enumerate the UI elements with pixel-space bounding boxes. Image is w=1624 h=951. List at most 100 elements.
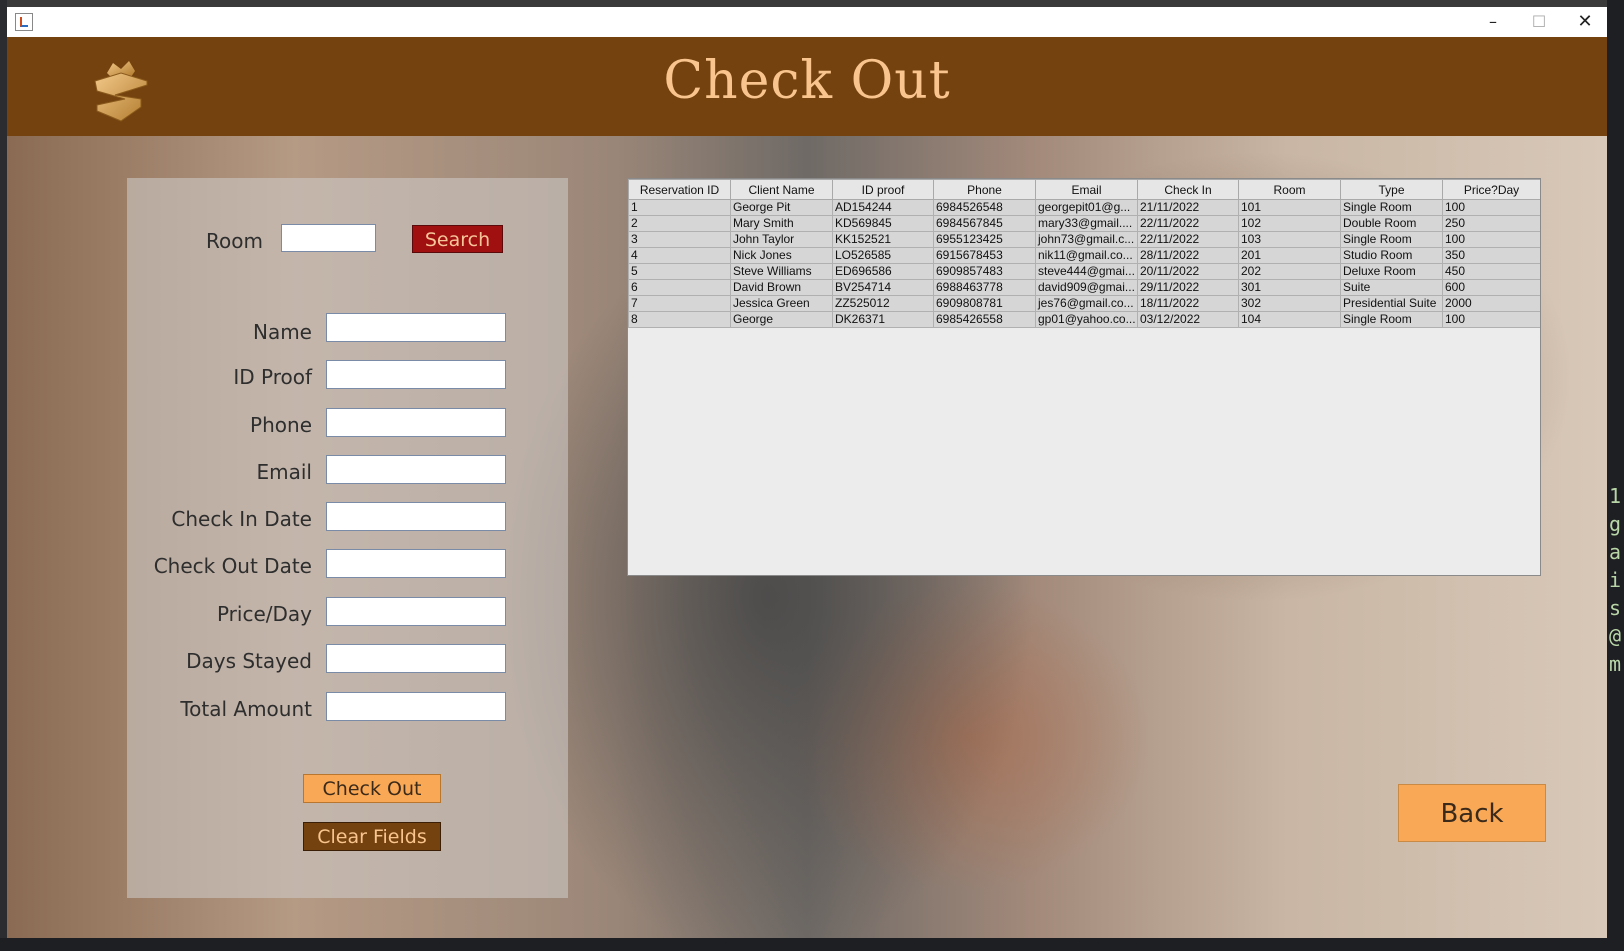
table-cell[interactable]: Mary Smith bbox=[730, 215, 833, 232]
table-cell[interactable]: 302 bbox=[1238, 295, 1341, 312]
table-cell[interactable]: jes76@gmail.co... bbox=[1035, 295, 1138, 312]
table-row[interactable]: 1 George Pit AD154244 6984526548 georgepit01… bbox=[628, 199, 1540, 216]
table-cell[interactable]: BV254714 bbox=[832, 279, 934, 296]
back-button[interactable]: Back bbox=[1398, 784, 1546, 842]
table-row[interactable]: 7 Jessica Green ZZ525012 6909808781 jes76@gm… bbox=[628, 295, 1540, 312]
column-header[interactable]: Phone bbox=[933, 179, 1036, 200]
table-cell[interactable]: 29/11/2022 bbox=[1137, 279, 1239, 296]
table-cell[interactable]: George bbox=[730, 311, 833, 328]
table-cell[interactable]: Single Room bbox=[1340, 231, 1443, 248]
check-in-date-input[interactable] bbox=[327, 503, 505, 530]
table-cell[interactable]: 201 bbox=[1238, 247, 1341, 264]
table-cell[interactable]: 6955123425 bbox=[933, 231, 1036, 248]
table-cell[interactable]: 22/11/2022 bbox=[1137, 215, 1239, 232]
table-cell[interactable]: 21/11/2022 bbox=[1137, 199, 1239, 216]
column-header[interactable]: Price?Day bbox=[1442, 179, 1540, 200]
table-cell[interactable]: 4 bbox=[628, 247, 731, 264]
table-cell[interactable]: 250 bbox=[1442, 215, 1540, 232]
total-amount-input[interactable] bbox=[327, 693, 505, 720]
table-cell[interactable]: Double Room bbox=[1340, 215, 1443, 232]
table-cell[interactable]: 600 bbox=[1442, 279, 1540, 296]
table-cell[interactable]: 5 bbox=[628, 263, 731, 280]
table-cell[interactable]: 28/11/2022 bbox=[1137, 247, 1239, 264]
table-cell[interactable]: KD569845 bbox=[832, 215, 934, 232]
table-cell[interactable]: Jessica Green bbox=[730, 295, 833, 312]
total-amount-field[interactable] bbox=[326, 692, 506, 721]
table-cell[interactable]: LO526585 bbox=[832, 247, 934, 264]
table-cell[interactable]: georgepit01@g... bbox=[1035, 199, 1138, 216]
table-cell[interactable]: 103 bbox=[1238, 231, 1341, 248]
table-cell[interactable]: 100 bbox=[1442, 231, 1540, 248]
maximize-button[interactable]: ☐ bbox=[1516, 7, 1562, 37]
email-input[interactable] bbox=[327, 456, 505, 483]
table-cell[interactable]: nik11@gmail.co... bbox=[1035, 247, 1138, 264]
table-cell[interactable]: 6915678453 bbox=[933, 247, 1036, 264]
table-cell[interactable]: Suite bbox=[1340, 279, 1443, 296]
table-cell[interactable]: Presidential Suite bbox=[1340, 295, 1443, 312]
table-cell[interactable]: 7 bbox=[628, 295, 731, 312]
table-cell[interactable]: 22/11/2022 bbox=[1137, 231, 1239, 248]
table-cell[interactable]: Single Room bbox=[1340, 199, 1443, 216]
table-cell[interactable]: 6984567845 bbox=[933, 215, 1036, 232]
table-cell[interactable]: 301 bbox=[1238, 279, 1341, 296]
name-field[interactable] bbox=[326, 313, 506, 342]
table-cell[interactable]: 6988463778 bbox=[933, 279, 1036, 296]
table-row[interactable]: 6 David Brown BV254714 6988463778 david909@g… bbox=[628, 279, 1540, 296]
days-stayed-field[interactable] bbox=[326, 644, 506, 673]
table-cell[interactable]: gp01@yahoo.co... bbox=[1035, 311, 1138, 328]
table-cell[interactable]: 2000 bbox=[1442, 295, 1540, 312]
table-cell[interactable]: david909@gmai... bbox=[1035, 279, 1138, 296]
table-cell[interactable]: Steve Williams bbox=[730, 263, 833, 280]
column-header[interactable]: Room bbox=[1238, 179, 1341, 200]
table-cell[interactable]: 104 bbox=[1238, 311, 1341, 328]
table-cell[interactable]: Deluxe Room bbox=[1340, 263, 1443, 280]
days-stayed-input[interactable] bbox=[327, 645, 505, 672]
email-field[interactable] bbox=[326, 455, 506, 484]
table-cell[interactable]: ED696586 bbox=[832, 263, 934, 280]
room-input[interactable] bbox=[282, 225, 375, 251]
column-header[interactable]: Email bbox=[1035, 179, 1138, 200]
table-cell[interactable]: ZZ525012 bbox=[832, 295, 934, 312]
table-cell[interactable]: 202 bbox=[1238, 263, 1341, 280]
table-cell[interactable]: David Brown bbox=[730, 279, 833, 296]
price-per-day-input[interactable] bbox=[327, 598, 505, 625]
price-per-day-field[interactable] bbox=[326, 597, 506, 626]
table-row[interactable]: 3 John Taylor KK152521 6955123425 john73@gma… bbox=[628, 231, 1540, 248]
table-cell[interactable]: 6909857483 bbox=[933, 263, 1036, 280]
reservations-table-container[interactable]: Reservation ID Client Name ID proof Phon… bbox=[627, 178, 1541, 576]
table-cell[interactable]: 18/11/2022 bbox=[1137, 295, 1239, 312]
clear-fields-button[interactable]: Clear Fields bbox=[303, 822, 441, 851]
check-out-date-field[interactable] bbox=[326, 549, 506, 578]
check-out-date-input[interactable] bbox=[327, 550, 505, 577]
table-cell[interactable]: Single Room bbox=[1340, 311, 1443, 328]
table-cell[interactable]: mary33@gmail.... bbox=[1035, 215, 1138, 232]
table-cell[interactable]: Nick Jones bbox=[730, 247, 833, 264]
table-cell[interactable]: 3 bbox=[628, 231, 731, 248]
check-in-date-field[interactable] bbox=[326, 502, 506, 531]
column-header[interactable]: ID proof bbox=[832, 179, 934, 200]
close-button[interactable]: ✕ bbox=[1562, 7, 1607, 37]
table-cell[interactable]: 450 bbox=[1442, 263, 1540, 280]
table-cell[interactable]: 8 bbox=[628, 311, 731, 328]
table-cell[interactable]: 20/11/2022 bbox=[1137, 263, 1239, 280]
table-cell[interactable]: John Taylor bbox=[730, 231, 833, 248]
table-cell[interactable]: 102 bbox=[1238, 215, 1341, 232]
id-proof-field[interactable] bbox=[326, 360, 506, 389]
table-cell[interactable]: 2 bbox=[628, 215, 731, 232]
table-row[interactable]: 5 Steve Williams ED696586 6909857483 steve44… bbox=[628, 263, 1540, 280]
table-cell[interactable]: Studio Room bbox=[1340, 247, 1443, 264]
table-cell[interactable]: 6 bbox=[628, 279, 731, 296]
table-cell[interactable]: George Pit bbox=[730, 199, 833, 216]
column-header[interactable]: Type bbox=[1340, 179, 1443, 200]
table-cell[interactable]: 6984526548 bbox=[933, 199, 1036, 216]
table-cell[interactable]: 100 bbox=[1442, 199, 1540, 216]
table-row[interactable]: 2 Mary Smith KD569845 6984567845 mary33@gmai… bbox=[628, 215, 1540, 232]
column-header[interactable]: Client Name bbox=[730, 179, 833, 200]
table-row[interactable]: 4 Nick Jones LO526585 6915678453 nik11@gmail… bbox=[628, 247, 1540, 264]
room-field[interactable] bbox=[281, 224, 376, 252]
minimize-button[interactable]: – bbox=[1470, 7, 1516, 37]
table-cell[interactable]: 101 bbox=[1238, 199, 1341, 216]
id-proof-input[interactable] bbox=[327, 361, 505, 388]
table-cell[interactable]: 1 bbox=[628, 199, 731, 216]
table-cell[interactable]: steve444@gmai... bbox=[1035, 263, 1138, 280]
